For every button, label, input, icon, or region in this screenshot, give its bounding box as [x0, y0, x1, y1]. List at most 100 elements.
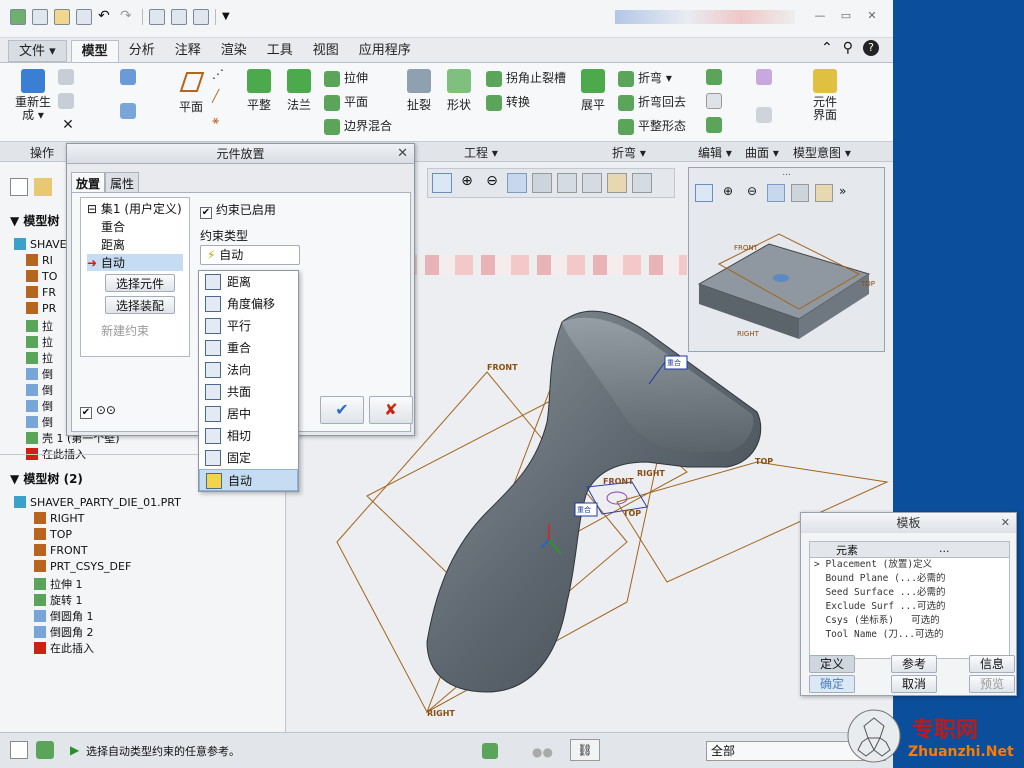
preview-button[interactable]: 预览: [969, 675, 1015, 693]
save-icon[interactable]: [76, 9, 92, 25]
constraint-set[interactable]: ⊟ 集1 (用户定义): [87, 200, 182, 217]
tab-annotate[interactable]: 注释: [165, 40, 211, 62]
tree-item[interactable]: RI: [26, 254, 53, 267]
constraint-option[interactable]: 固定: [199, 447, 298, 469]
tab-placement[interactable]: 放置: [71, 172, 106, 194]
regenerate-button[interactable]: 重新生 成 ▾: [12, 69, 54, 122]
constraint-option[interactable]: 居中: [199, 403, 298, 425]
mini-display-style-icon[interactable]: [791, 184, 809, 202]
tab-tools[interactable]: 工具: [257, 40, 303, 62]
tree-item[interactable]: 拉: [26, 334, 53, 350]
model-tree-tab-icon[interactable]: [10, 178, 28, 196]
flatten-form-button[interactable]: 平整形态: [618, 117, 686, 135]
constraint-option[interactable]: 重合: [199, 337, 298, 359]
bend-back-button[interactable]: 折弯回去: [618, 93, 686, 111]
tree-item[interactable]: 倒: [26, 366, 53, 382]
collapse-ribbon-icon[interactable]: ⌃: [821, 40, 833, 56]
edit-pattern-icon[interactable]: [706, 69, 726, 85]
cancel-button[interactable]: ✘: [369, 396, 413, 424]
constraint-option[interactable]: 距离: [199, 271, 298, 293]
group-model-intent[interactable]: 模型意图 ▾: [793, 144, 851, 161]
mini-more-icon[interactable]: »: [839, 184, 849, 202]
point-icon[interactable]: ╱: [212, 89, 219, 103]
paste-icon[interactable]: [58, 93, 78, 109]
boundary-blend-button[interactable]: 边界混合: [324, 117, 392, 135]
constraint-option[interactable]: 相切: [199, 425, 298, 447]
template-close-icon[interactable]: ✕: [1001, 516, 1010, 529]
axis-icon[interactable]: ⋰: [212, 67, 224, 81]
group-engineering[interactable]: 工程 ▾: [464, 144, 498, 161]
tree-item[interactable]: 旋转 1: [34, 592, 83, 608]
smart-select-icon[interactable]: [482, 743, 498, 759]
info-button[interactable]: 信息: [969, 655, 1015, 673]
open-icon[interactable]: [54, 9, 70, 25]
search-icon[interactable]: ⚲: [843, 40, 853, 56]
preview-checkbox[interactable]: ✔: [80, 407, 92, 419]
template-cancel-button[interactable]: 取消: [891, 675, 937, 693]
find-icon[interactable]: ⛓: [570, 739, 600, 761]
tree-item[interactable]: 倒: [26, 414, 53, 430]
define-button[interactable]: 定义: [809, 655, 855, 673]
redo-icon[interactable]: ↷: [120, 9, 136, 25]
template-row[interactable]: Csys (坐标系) 可选的: [810, 614, 1009, 628]
tab-analysis[interactable]: 分析: [119, 40, 165, 62]
tree-item[interactable]: 拉伸 1: [34, 576, 83, 592]
undo-icon[interactable]: ↶: [98, 9, 114, 25]
tree-item[interactable]: 在此插入: [34, 640, 94, 656]
component-interface-button[interactable]: 元件 界面: [806, 69, 844, 122]
bend-button[interactable]: 折弯 ▾: [618, 69, 672, 87]
mini-preview-window[interactable]: ... ⊕ ⊖ » FRONT TOP RIGHT: [688, 167, 885, 352]
model-tree-toggle-icon[interactable]: [10, 741, 28, 759]
copy-geometry-icon[interactable]: [120, 103, 140, 119]
constraint-option[interactable]: 共面: [199, 381, 298, 403]
select-component-button[interactable]: 选择元件: [105, 274, 175, 292]
tree-item[interactable]: 倒: [26, 398, 53, 414]
windows-icon[interactable]: [171, 9, 187, 25]
constraint-distance[interactable]: 距离: [101, 236, 125, 253]
tree-item[interactable]: FRONT: [34, 544, 88, 557]
surface-fill-icon[interactable]: [756, 69, 776, 85]
tree-item[interactable]: TOP: [34, 528, 72, 541]
folder-browser-icon[interactable]: [34, 178, 52, 196]
edit-mirror-icon[interactable]: [706, 93, 726, 109]
help-icon[interactable]: ?: [863, 40, 879, 56]
mini-zoom-out-icon[interactable]: ⊖: [743, 184, 761, 202]
constraint-option[interactable]: 法向: [199, 359, 298, 381]
tree-item[interactable]: TO: [26, 270, 57, 283]
app-icon[interactable]: [10, 9, 26, 25]
user-defined-feature-icon[interactable]: [120, 69, 140, 85]
regenerate-icon[interactable]: [149, 9, 165, 25]
tree-item[interactable]: RIGHT: [34, 512, 84, 525]
surface-style-icon[interactable]: [756, 107, 776, 123]
customize-qat-icon[interactable]: ▼: [222, 9, 238, 25]
browser-toggle-icon[interactable]: [36, 741, 54, 759]
group-operations[interactable]: 操作: [30, 144, 54, 161]
group-bend[interactable]: 折弯 ▾: [612, 144, 646, 161]
template-row[interactable]: Bound Plane (...必需的: [810, 572, 1009, 586]
convert-button[interactable]: 转换: [486, 93, 530, 111]
tab-render[interactable]: 渲染: [211, 40, 257, 62]
tree-item[interactable]: 拉: [26, 318, 53, 334]
show-preview-row[interactable]: ✔ ⊙⊙: [80, 403, 116, 419]
template-row[interactable]: Exclude Surf ...可选的: [810, 600, 1009, 614]
template-row[interactable]: Tool Name (刀...可选的: [810, 628, 1009, 642]
confirm-button[interactable]: 确定: [809, 675, 855, 693]
reference-button[interactable]: 参考: [891, 655, 937, 673]
shape-button[interactable]: 形状: [442, 69, 476, 113]
copy-icon[interactable]: [58, 69, 78, 85]
corner-relief-button[interactable]: 拐角止裂槽: [486, 69, 566, 87]
tree-item[interactable]: PR: [26, 302, 56, 315]
constraint-type-select[interactable]: ⚡ 自动: [200, 245, 300, 265]
tree-item[interactable]: 倒圆角 2: [34, 624, 94, 640]
close-window-icon[interactable]: [193, 9, 209, 25]
constraint-auto[interactable]: ➜ 自动: [87, 254, 183, 271]
maximize-icon[interactable]: ▭: [840, 10, 852, 22]
mini-datum-display-icon[interactable]: [815, 184, 833, 202]
group-edit[interactable]: 编辑 ▾: [698, 144, 732, 161]
mini-zoom-in-icon[interactable]: ⊕: [719, 184, 737, 202]
edit-merge-icon[interactable]: [706, 117, 726, 133]
group-surface[interactable]: 曲面 ▾: [745, 144, 779, 161]
mini-repaint-icon[interactable]: [767, 184, 785, 202]
dialog-close-icon[interactable]: ✕: [397, 146, 408, 161]
tree-item[interactable]: 倒圆角 1: [34, 608, 94, 624]
